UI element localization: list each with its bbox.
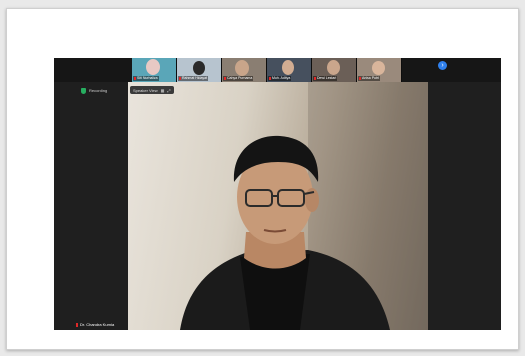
participant-name: Rahmat Hidayat: [178, 76, 209, 81]
mic-muted-icon: [134, 76, 136, 80]
chevron-right-icon: ›: [441, 62, 444, 69]
mic-muted-icon: [76, 322, 78, 327]
view-mode-label: Speaker View: [133, 87, 158, 93]
shield-icon[interactable]: [81, 87, 86, 94]
mic-muted-icon: [269, 76, 271, 80]
participant-tile[interactable]: Anisa Putri: [357, 58, 402, 82]
screenshot-frame: Siti Nurhaliza Rahmat Hidayat Cahya Purn…: [6, 8, 519, 350]
participant-tile[interactable]: Cahya Purnama: [222, 58, 267, 82]
grid-icon: ▦: [160, 87, 165, 93]
expand-icon: ⤢: [167, 87, 171, 93]
meeting-status: Recording: [81, 86, 107, 95]
participant-avatar: [146, 59, 160, 75]
next-participants-button[interactable]: ›: [438, 61, 447, 70]
status-text: Recording: [89, 88, 108, 93]
participant-tile[interactable]: Muh. Aditya: [267, 58, 312, 82]
speaker-name: Dr. Chandra Kurnia: [80, 322, 115, 327]
participant-avatar: [193, 61, 205, 75]
participant-tile[interactable]: Dewi Lestari: [312, 58, 357, 82]
speaker-name-tag: Dr. Chandra Kurnia: [76, 322, 114, 327]
participant-name: Dewi Lestari: [313, 76, 338, 81]
participant-name: Siti Nurhaliza: [133, 76, 159, 81]
mic-muted-icon: [179, 76, 181, 80]
participant-name: Muh. Aditya: [268, 76, 292, 81]
participant-tile[interactable]: Rahmat Hidayat: [177, 58, 222, 82]
participant-name: Anisa Putri: [358, 76, 380, 81]
speaker-figure: [180, 82, 428, 330]
participant-avatar: [327, 60, 340, 75]
participant-avatar: [282, 60, 294, 75]
participant-avatar: [372, 61, 385, 75]
participant-tile[interactable]: Siti Nurhaliza: [132, 58, 177, 82]
participant-strip: Siti Nurhaliza Rahmat Hidayat Cahya Purn…: [54, 58, 501, 82]
mic-muted-icon: [359, 76, 361, 80]
participant-name: Cahya Purnama: [223, 76, 254, 81]
mic-muted-icon: [224, 76, 226, 80]
participant-avatar: [235, 60, 249, 76]
video-meeting-window: Siti Nurhaliza Rahmat Hidayat Cahya Purn…: [54, 58, 501, 330]
view-mode-toggle[interactable]: Speaker View ▦ ⤢: [130, 86, 174, 94]
mic-muted-icon: [314, 76, 316, 80]
active-speaker-video: [128, 82, 428, 330]
